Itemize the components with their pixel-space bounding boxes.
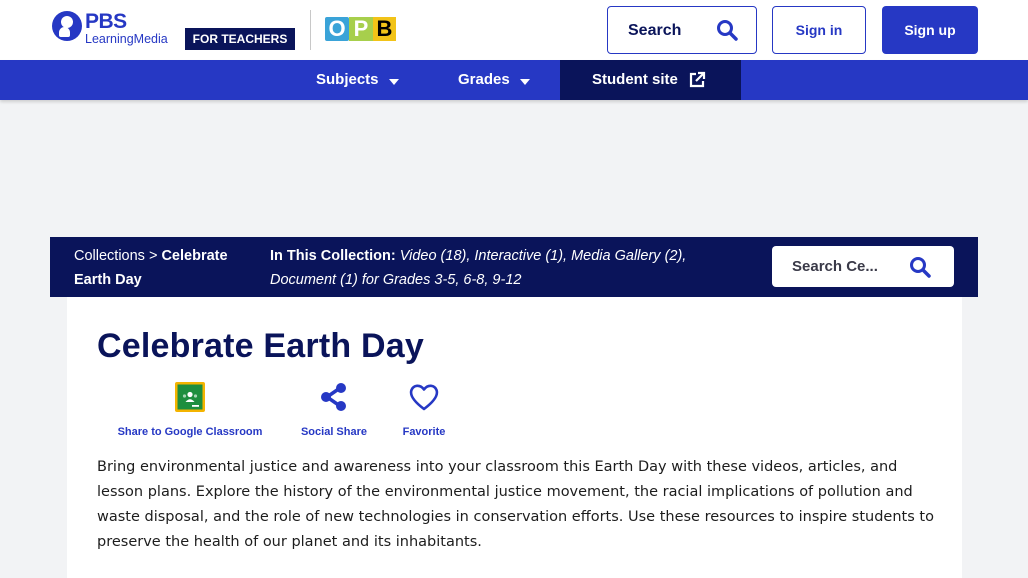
logo-learningmedia-text: LearningMedia (85, 32, 168, 46)
breadcrumb: Collections > Celebrate Earth Day (74, 244, 254, 292)
opb-logo[interactable]: OPB (325, 17, 396, 41)
share-icon (321, 383, 346, 411)
pbs-learningmedia-logo[interactable]: PBS LearningMedia (52, 11, 168, 46)
logo-pbs-text: PBS (85, 10, 127, 33)
share-google-classroom-label: Share to Google Classroom (117, 426, 263, 438)
main-nav: Subjects Grades Student site (0, 60, 1028, 100)
share-google-classroom-button[interactable]: Share to Google Classroom (115, 382, 265, 438)
header-divider (310, 10, 311, 50)
favorite-label: Favorite (402, 426, 446, 438)
search-icon[interactable] (909, 256, 931, 278)
collection-search-input[interactable]: Search Ce... (772, 246, 954, 287)
breadcrumb-collections-link[interactable]: Collections (74, 248, 145, 264)
collection-summary: In This Collection: Video (18), Interact… (270, 244, 740, 292)
nav-grades-label: Grades (458, 71, 510, 88)
opb-logo-b: B (373, 17, 396, 41)
search-label: Search (628, 22, 682, 39)
nav-subjects-label: Subjects (316, 71, 379, 88)
social-share-button[interactable]: Social Share (295, 382, 373, 438)
collection-bar: Collections > Celebrate Earth Day In Thi… (50, 237, 978, 297)
breadcrumb-separator: > (144, 248, 162, 264)
opb-logo-o: O (325, 17, 349, 41)
for-teachers-badge: FOR TEACHERS (185, 28, 295, 50)
caret-down-icon (519, 78, 530, 85)
site-header: PBS LearningMedia FOR TEACHERS OPB Searc… (0, 0, 1028, 60)
page-title: Celebrate Earth Day (97, 327, 424, 365)
social-share-label: Social Share (300, 426, 368, 438)
nav-grades-dropdown[interactable]: Grades (458, 60, 530, 100)
collection-summary-label: In This Collection: (270, 248, 396, 264)
nav-student-site-link[interactable]: Student site (560, 60, 741, 100)
nav-subjects-dropdown[interactable]: Subjects (316, 60, 399, 100)
favorite-button[interactable]: Favorite (397, 382, 451, 438)
nav-student-site-label: Student site (592, 71, 678, 88)
google-classroom-icon (175, 382, 205, 412)
search-icon (717, 20, 738, 41)
heart-icon (409, 384, 439, 411)
collection-search-placeholder: Search Ce... (792, 258, 878, 275)
sign-in-button[interactable]: Sign in (772, 6, 866, 54)
opb-logo-p: P (349, 17, 373, 41)
external-link-icon (689, 71, 705, 88)
search-button[interactable]: Search (607, 6, 757, 54)
sign-up-button[interactable]: Sign up (882, 6, 978, 54)
pbs-head-icon (52, 11, 82, 41)
caret-down-icon (388, 78, 399, 85)
collection-content-card: Celebrate Earth Day Share to Google Clas… (67, 297, 962, 578)
collection-description: Bring environmental justice and awarenes… (97, 459, 934, 550)
